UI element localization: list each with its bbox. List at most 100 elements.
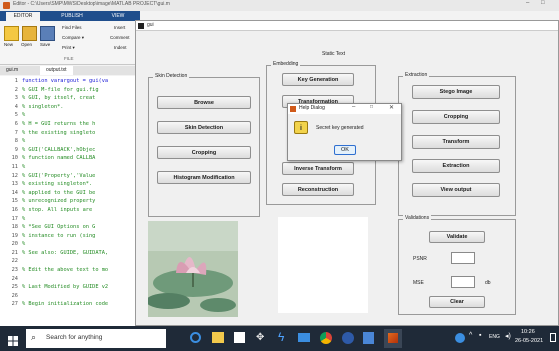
psnr-field[interactable] bbox=[451, 252, 475, 264]
file-explorer-icon[interactable] bbox=[212, 332, 224, 343]
taskbar: ⌕ Search for anything ✥ ϟ ^ ▪ ENG ◂) 10:… bbox=[0, 326, 559, 351]
windows-start-icon[interactable] bbox=[8, 333, 18, 346]
code-line: 13 % existing singleton*. bbox=[0, 180, 140, 189]
extraction-panel-title: Extraction bbox=[403, 72, 430, 78]
editor-titlebar: Editor - C:\Users\SMP\MWS\Desktop\image\… bbox=[0, 0, 559, 11]
clock-date[interactable]: 26-05-2021 bbox=[515, 338, 543, 344]
code-line: 12 % GUI('Property','Value bbox=[0, 172, 140, 181]
cortana-icon[interactable] bbox=[190, 332, 201, 343]
validations-panel: Validations Validate PSNR MSE db Clear bbox=[398, 215, 516, 315]
clock-time[interactable]: 10:26 bbox=[521, 329, 535, 335]
line-number: 4 bbox=[14, 103, 18, 110]
notification-icon[interactable] bbox=[550, 333, 556, 342]
save-icon[interactable] bbox=[40, 26, 55, 41]
extraction-button[interactable]: Extraction bbox=[412, 159, 500, 173]
indent-button[interactable]: Indent bbox=[114, 45, 127, 50]
line-number: 12 bbox=[11, 172, 18, 179]
skin-detection-button[interactable]: Skin Detection bbox=[157, 121, 251, 134]
file-tab-gui[interactable]: gui.m bbox=[6, 67, 18, 73]
open-icon[interactable] bbox=[22, 26, 37, 41]
inverse-transform-button[interactable]: Inverse Transform bbox=[282, 162, 354, 175]
clear-button[interactable]: Clear bbox=[429, 296, 485, 308]
editor-minimize-icon[interactable]: – bbox=[526, 0, 529, 6]
stego-image-button[interactable]: Stego Image bbox=[412, 85, 500, 99]
new-label: New bbox=[4, 42, 14, 47]
reconstruction-button[interactable]: Reconstruction bbox=[282, 183, 354, 196]
comment-button[interactable]: Comment bbox=[110, 35, 130, 40]
matlab-logo-icon bbox=[3, 2, 10, 9]
line-number: 21 bbox=[11, 249, 18, 256]
find-files-button[interactable]: Find Files bbox=[62, 25, 82, 30]
help-dialog-close-icon[interactable]: ✕ bbox=[389, 104, 394, 111]
line-number: 9 bbox=[14, 146, 18, 153]
browse-button[interactable]: Browse bbox=[157, 96, 251, 109]
file-tab-output[interactable]: output.txt bbox=[40, 66, 73, 75]
tray-language[interactable]: ENG bbox=[489, 334, 500, 340]
help-dialog-maximize-icon[interactable]: □ bbox=[370, 104, 373, 110]
mail-icon[interactable] bbox=[298, 333, 310, 342]
word-icon[interactable] bbox=[363, 332, 374, 344]
code-text: % GUI, by itself, creat bbox=[22, 95, 96, 102]
extraction-cropping-button[interactable]: Cropping bbox=[412, 110, 500, 124]
tray-volume-icon[interactable]: ◂) bbox=[505, 332, 511, 340]
chrome-icon[interactable] bbox=[320, 332, 332, 344]
taskbar-search-box[interactable]: ⌕ Search for anything bbox=[26, 329, 166, 348]
code-line: 14 % applied to the GUI be bbox=[0, 189, 140, 198]
code-editor[interactable]: 1 function varargout = gui(va 2 % GUI M-fil… bbox=[0, 76, 140, 326]
line-number: 16 bbox=[11, 206, 18, 213]
key-generation-button[interactable]: Key Generation bbox=[282, 73, 354, 86]
help-dialog-message: Secret key generated bbox=[316, 125, 364, 131]
ribbon-toolstrip: New Open Save Find Files Compare ▾ Print… bbox=[0, 21, 140, 65]
help-dialog-minimize-icon[interactable]: – bbox=[352, 104, 355, 110]
tray-network-icon[interactable]: ▪ bbox=[479, 332, 481, 339]
code-line: 16 % stop. All inputs are bbox=[0, 206, 140, 215]
code-text: % bbox=[22, 138, 26, 145]
line-number: 13 bbox=[11, 181, 18, 188]
matlab-taskbar-icon[interactable] bbox=[384, 329, 402, 348]
transform-button[interactable]: Transform bbox=[412, 135, 500, 149]
skin-detection-panel: Skin Detection Browse Skin Detection Cro… bbox=[148, 73, 260, 217]
help-dialog-app-icon bbox=[290, 106, 296, 112]
insert-button[interactable]: Insert bbox=[114, 25, 125, 30]
validate-button[interactable]: Validate bbox=[429, 231, 485, 243]
line-number: 22 bbox=[11, 258, 18, 265]
skin-detection-panel-title: Skin Detection bbox=[153, 73, 190, 79]
input-image-axes bbox=[148, 221, 238, 317]
file-tab-bar: gui.m output.txt bbox=[0, 66, 140, 75]
code-text: % function named CALLBA bbox=[22, 155, 96, 162]
line-number: 20 bbox=[11, 241, 18, 248]
code-line: 11% bbox=[0, 163, 140, 172]
code-line: 26 bbox=[0, 292, 140, 301]
view-output-button[interactable]: View output bbox=[412, 183, 500, 197]
figure-app-icon bbox=[138, 23, 144, 29]
print-button[interactable]: Print ▾ bbox=[62, 45, 75, 51]
tab-view[interactable]: VIEW bbox=[104, 12, 132, 21]
bolt-app-icon[interactable]: ϟ bbox=[278, 330, 284, 344]
tab-publish[interactable]: PUBLISH bbox=[55, 12, 89, 21]
line-number: 26 bbox=[11, 292, 18, 299]
new-icon[interactable] bbox=[4, 26, 19, 41]
code-text: % the existing singleto bbox=[22, 129, 96, 136]
histogram-modification-button[interactable]: Histogram Modification bbox=[157, 171, 251, 184]
help-dialog-ok-button[interactable]: OK bbox=[334, 145, 356, 155]
code-text: % GUI('CALLBACK',hObjec bbox=[22, 146, 96, 153]
apps-icon[interactable]: ✥ bbox=[256, 332, 264, 343]
code-line: 17% bbox=[0, 215, 140, 224]
help-dialog-title: Help Dialog bbox=[299, 105, 325, 111]
code-line: 25 % Last Modified by GUIDE v2 bbox=[0, 283, 140, 292]
cropping-button[interactable]: Cropping bbox=[157, 146, 251, 159]
editor-maximize-icon[interactable]: □ bbox=[541, 0, 545, 6]
tray-help-icon[interactable] bbox=[455, 333, 465, 343]
tab-editor[interactable]: EDITOR bbox=[6, 12, 40, 21]
code-text: % bbox=[22, 215, 26, 222]
tray-chevron-icon[interactable]: ^ bbox=[469, 332, 472, 339]
mse-field[interactable] bbox=[451, 276, 475, 288]
settings-app-icon[interactable] bbox=[342, 332, 354, 344]
code-line: 23 % Edit the above text to mo bbox=[0, 266, 140, 275]
code-line: 15 % unrecognized property bbox=[0, 197, 140, 206]
code-text: % instance to run (sing bbox=[22, 232, 96, 239]
code-text: % bbox=[22, 163, 26, 170]
line-number: 8 bbox=[14, 138, 18, 145]
store-icon[interactable] bbox=[234, 332, 245, 343]
compare-button[interactable]: Compare ▾ bbox=[62, 35, 84, 41]
